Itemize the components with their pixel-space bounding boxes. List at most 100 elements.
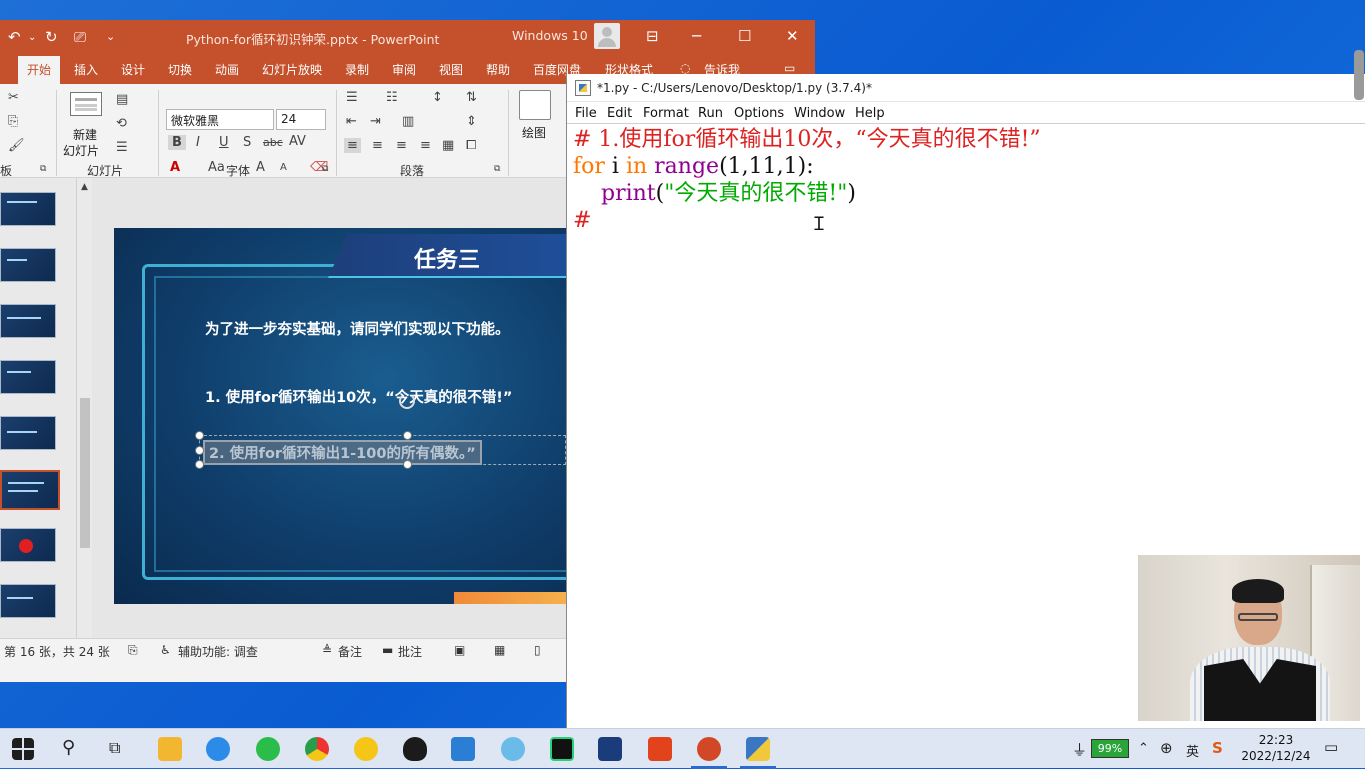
justify-icon[interactable]: ≡ — [420, 138, 431, 153]
font-name-select[interactable]: 微软雅黑 — [166, 109, 274, 130]
change-case-button[interactable]: Aa — [208, 160, 225, 175]
menu-run[interactable]: Run — [698, 106, 723, 121]
powerpoint-icon[interactable] — [697, 737, 721, 761]
text-direction-icon[interactable]: ⇅ — [466, 90, 477, 105]
resize-handle[interactable] — [403, 460, 412, 469]
vscode-icon[interactable] — [451, 737, 475, 761]
spell-check-icon[interactable]: ⎘ — [128, 643, 138, 658]
align-center-icon[interactable]: ≡ — [372, 138, 383, 153]
section-icon[interactable]: ☰ — [116, 140, 128, 155]
ribbon-display-icon[interactable]: ⊟ — [646, 27, 659, 45]
comments-icon[interactable]: ▬ — [382, 643, 393, 657]
power-plug-icon[interactable]: ⏚ — [1072, 739, 1087, 760]
columns-icon[interactable]: ▥ — [402, 114, 414, 129]
dialog-launcher-icon[interactable]: ⧉ — [494, 164, 500, 174]
tab-help[interactable]: 帮助 — [486, 61, 510, 78]
windows-start-icon[interactable] — [12, 738, 34, 760]
line-spacing-icon[interactable]: ↕ — [432, 90, 443, 105]
resize-handle[interactable] — [403, 431, 412, 440]
numbering-icon[interactable]: ☷ — [386, 90, 398, 105]
chevron-down-icon[interactable]: ⌄ — [28, 32, 36, 43]
devcpp-icon[interactable] — [598, 737, 622, 761]
align-right-icon[interactable]: ≡ — [396, 138, 407, 153]
rotate-handle-icon[interactable] — [399, 393, 415, 409]
normal-view-icon[interactable]: ▣ — [454, 643, 465, 657]
shadow-button[interactable]: S — [243, 135, 251, 150]
new-slide-icon[interactable] — [70, 92, 102, 116]
new-slide-button[interactable]: 新建 — [73, 126, 97, 143]
slide-text-intro[interactable]: 为了进一步夯实基础，请同学们实现以下功能。 — [205, 318, 510, 339]
layout-icon[interactable]: ▤ — [116, 92, 128, 107]
chrome-icon[interactable] — [305, 737, 329, 761]
slide-thumbnail[interactable] — [0, 304, 56, 338]
menu-edit[interactable]: Edit — [607, 106, 632, 121]
menu-help[interactable]: Help — [855, 106, 885, 121]
qq-icon[interactable] — [403, 737, 427, 761]
underline-button[interactable]: U — [219, 135, 229, 150]
current-slide[interactable] — [114, 228, 566, 604]
italic-button[interactable]: I — [196, 135, 200, 150]
tab-record[interactable]: 录制 — [345, 61, 369, 78]
resize-handle[interactable] — [195, 446, 204, 455]
menu-window[interactable]: Window — [794, 106, 845, 121]
copy-icon[interactable]: ⎘ — [8, 114, 18, 129]
dialog-launcher-icon[interactable]: ⧉ — [40, 164, 46, 174]
grow-font-button[interactable]: A — [256, 160, 265, 175]
tab-review[interactable]: 审阅 — [392, 61, 416, 78]
accessibility-status[interactable]: 辅助功能: 调查 — [178, 643, 258, 660]
distributed-icon[interactable]: ▦ — [442, 138, 454, 153]
tab-insert[interactable]: 插入 — [74, 61, 98, 78]
drawing-button[interactable]: 绘图 — [522, 124, 546, 141]
strikethrough-button[interactable]: abc — [263, 136, 283, 149]
tab-home[interactable]: 开始 — [18, 56, 61, 84]
slide-text-task1[interactable]: 1. 使用for循环输出10次，“今天真的很不错!” — [205, 386, 512, 407]
slide-thumbnail-selected[interactable] — [0, 470, 60, 510]
input-method-indicator[interactable]: 英 — [1186, 741, 1199, 760]
menu-format[interactable]: Format — [643, 106, 689, 121]
decrease-indent-icon[interactable]: ⇤ — [346, 114, 357, 129]
format-painter-icon[interactable]: 🖌 — [8, 138, 25, 153]
font-size-select[interactable]: 24 — [276, 109, 326, 130]
python-idle-icon[interactable] — [746, 737, 770, 761]
redo-icon[interactable]: ↻ — [45, 28, 58, 46]
slide-thumbnail[interactable] — [0, 248, 56, 282]
show-hidden-icons[interactable]: ⌃ — [1138, 741, 1149, 756]
tab-animations[interactable]: 动画 — [215, 61, 239, 78]
cut-icon[interactable]: ✂ — [8, 90, 19, 105]
present-icon[interactable]: ⎚ — [74, 28, 86, 46]
customize-qat-icon[interactable]: ⌄ — [106, 30, 115, 43]
dialog-launcher-icon[interactable]: ⧉ — [322, 164, 328, 174]
menu-file[interactable]: File — [575, 106, 597, 121]
menu-options[interactable]: Options — [734, 106, 784, 121]
slide-thumbnail[interactable] — [0, 360, 56, 394]
undo-icon[interactable]: ↶ — [8, 28, 21, 46]
shrink-font-button[interactable]: A — [280, 162, 287, 173]
app-icon[interactable] — [501, 737, 525, 761]
music-app-icon[interactable] — [354, 737, 378, 761]
pycharm-icon[interactable] — [550, 737, 574, 761]
reset-icon[interactable]: ⟲ — [116, 116, 127, 131]
minimize-icon[interactable]: ─ — [692, 27, 701, 45]
font-color-button[interactable]: A — [170, 160, 180, 175]
task-view-icon[interactable]: ⧉ — [109, 738, 120, 758]
scrollbar-thumb[interactable] — [80, 398, 90, 548]
comments-button[interactable]: 批注 — [398, 643, 422, 660]
bold-button[interactable]: B — [168, 135, 186, 150]
scroll-up-icon[interactable]: ▲ — [81, 182, 88, 192]
accessibility-icon[interactable]: ♿ — [160, 643, 171, 657]
slide-title[interactable]: 任务三 — [414, 242, 480, 274]
battery-indicator[interactable]: 99% — [1091, 739, 1129, 758]
network-icon[interactable]: ⊕ — [1160, 739, 1173, 757]
sogou-icon[interactable]: S — [1212, 739, 1223, 757]
notes-button[interactable]: 备注 — [338, 643, 362, 660]
slide-thumbnail[interactable] — [0, 416, 56, 450]
system-clock[interactable]: 22:23 2022/12/24 — [1238, 732, 1314, 764]
reading-view-icon[interactable]: ▯ — [534, 643, 541, 657]
slide-text-task2[interactable]: 2. 使用for循环输出1-100的所有偶数。” — [203, 440, 482, 465]
notes-icon[interactable]: ≜ — [322, 643, 332, 657]
bullets-icon[interactable]: ☰ — [346, 90, 358, 105]
comment-icon[interactable]: ▭ — [784, 61, 795, 75]
chat-app-icon[interactable] — [206, 737, 230, 761]
resize-handle[interactable] — [195, 431, 204, 440]
maximize-icon[interactable]: ☐ — [738, 27, 751, 45]
